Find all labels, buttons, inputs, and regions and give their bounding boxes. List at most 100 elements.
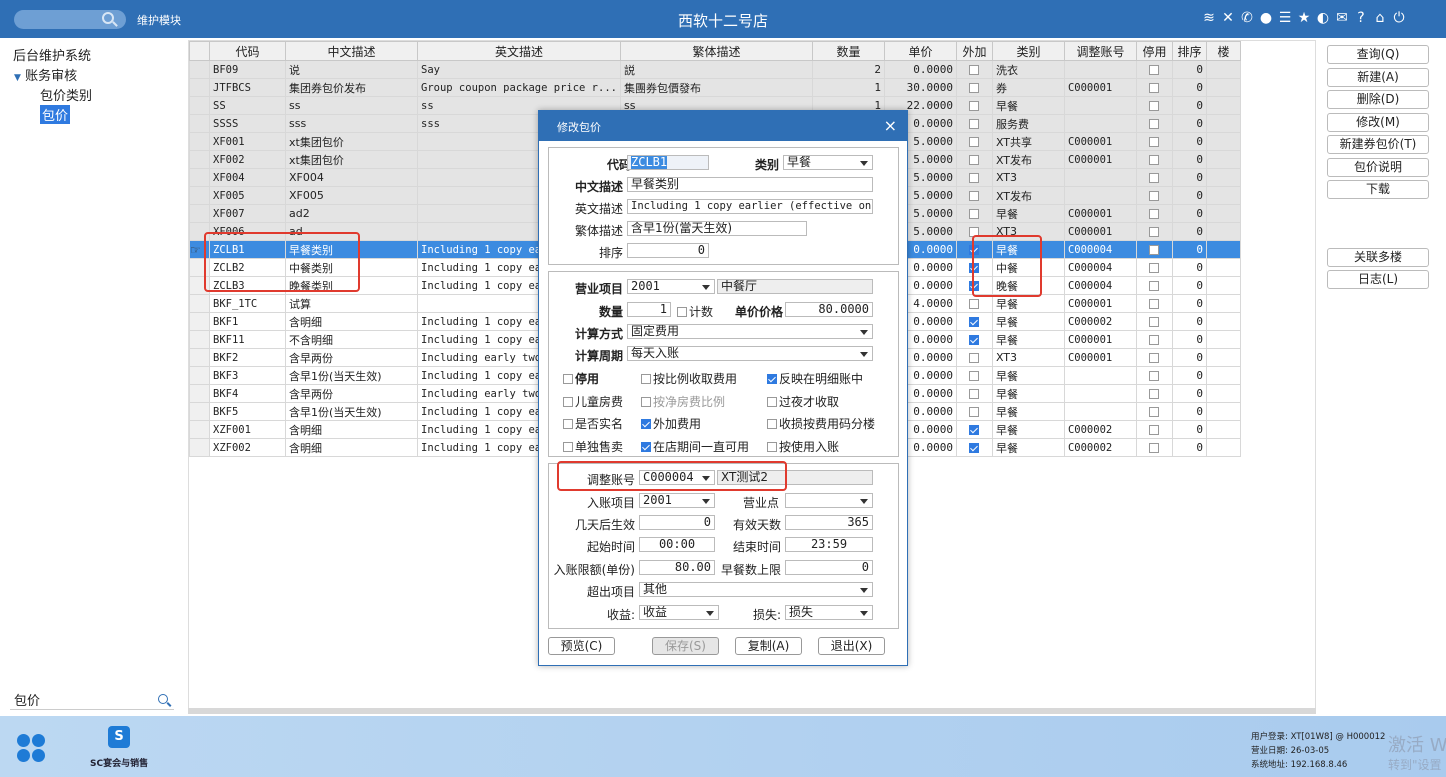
cell-adj-acct[interactable]: C000002 <box>1063 438 1137 457</box>
checkbox[interactable] <box>563 441 573 452</box>
cell-stop[interactable] <box>1135 186 1173 205</box>
valid-days-field[interactable]: 365 <box>785 515 873 530</box>
table-row[interactable]: BF09 说 Say 説 2 0.0000 洗衣 0 <box>189 60 1241 79</box>
cell-adj-acct[interactable] <box>1063 366 1137 385</box>
cell-cn-desc[interactable]: ss <box>285 96 418 115</box>
cell-adj-acct[interactable] <box>1063 114 1137 133</box>
nav-group-account-audit[interactable]: ▼ 账务审核 <box>14 65 77 84</box>
row-header[interactable] <box>189 330 210 349</box>
checkbox[interactable] <box>969 83 980 93</box>
cell-floor[interactable] <box>1205 60 1241 79</box>
col-header[interactable]: 楼 <box>1205 41 1241 61</box>
cell-qty[interactable]: 1 <box>811 78 885 97</box>
cell-floor[interactable] <box>1205 240 1241 259</box>
tools-icon[interactable]: ✕ <box>1221 9 1235 27</box>
cell-floor[interactable] <box>1205 204 1241 223</box>
exit-button[interactable]: 退出(X) <box>818 637 885 655</box>
cell-adj-acct[interactable]: C000002 <box>1063 312 1137 331</box>
cell-category[interactable]: 券 <box>991 78 1065 97</box>
cell-adj-acct[interactable] <box>1063 168 1137 187</box>
cell-floor[interactable] <box>1205 330 1241 349</box>
cell-floor[interactable] <box>1205 132 1241 151</box>
cell-tw-desc[interactable]: 説 <box>619 60 813 79</box>
cell-cn-desc[interactable]: 早餐类别 <box>285 240 418 259</box>
home-icon[interactable]: ⌂ <box>1373 9 1387 27</box>
checkbox[interactable] <box>1149 209 1160 219</box>
calc-period-select[interactable]: 每天入账 <box>627 346 873 361</box>
cell-sort[interactable]: 0 <box>1171 276 1207 295</box>
cell-code[interactable]: XF002 <box>209 150 286 169</box>
cell-category[interactable]: 早餐 <box>991 312 1065 331</box>
checkbox[interactable] <box>1149 281 1160 291</box>
col-header[interactable]: 单价 <box>883 41 957 61</box>
cell-sort[interactable]: 0 <box>1171 366 1207 385</box>
income-select[interactable]: 收益 <box>639 605 719 620</box>
cell-extra[interactable] <box>955 438 993 457</box>
cell-adj-acct[interactable] <box>1063 402 1137 421</box>
row-header[interactable] <box>189 132 210 151</box>
checkbox[interactable] <box>969 191 980 201</box>
row-header[interactable]: ☞ <box>189 240 210 259</box>
col-header[interactable]: 停用 <box>1135 41 1173 61</box>
row-header[interactable] <box>189 348 210 367</box>
wifi-icon[interactable]: ≋ <box>1202 9 1216 27</box>
cell-cn-desc[interactable]: 含明细 <box>285 438 418 457</box>
checkbox[interactable] <box>1149 227 1160 237</box>
new-coupon-package-button[interactable]: 新建券包价(T) <box>1327 135 1429 154</box>
cell-stop[interactable] <box>1135 384 1173 403</box>
checkbox[interactable] <box>767 419 777 429</box>
cell-tw-desc[interactable]: 集團券包價發布 <box>619 78 813 97</box>
cell-category[interactable]: 早餐 <box>991 330 1065 349</box>
cell-stop[interactable] <box>1135 60 1173 79</box>
cell-code[interactable]: BKF5 <box>209 402 286 421</box>
checkbox[interactable] <box>1149 155 1160 165</box>
cell-stop[interactable] <box>1135 150 1173 169</box>
checkbox[interactable] <box>1149 353 1160 363</box>
cell-extra[interactable] <box>955 240 993 259</box>
cell-category[interactable]: 洗衣 <box>991 60 1065 79</box>
cell-cn-desc[interactable]: 含早两份 <box>285 384 418 403</box>
cell-extra[interactable] <box>955 168 993 187</box>
checkbox[interactable] <box>641 441 651 452</box>
row-header[interactable] <box>189 384 210 403</box>
checkbox[interactable] <box>969 245 980 255</box>
cell-category[interactable]: XT3 <box>991 222 1065 241</box>
cell-stop[interactable] <box>1135 348 1173 367</box>
cell-sort[interactable]: 0 <box>1171 132 1207 151</box>
option-checkbox[interactable]: 按使用入账 <box>767 438 839 455</box>
query-button[interactable]: 查询(Q) <box>1327 45 1429 64</box>
cell-code[interactable]: XF007 <box>209 204 286 223</box>
cell-floor[interactable] <box>1205 186 1241 205</box>
cell-stop[interactable] <box>1135 276 1173 295</box>
cell-sort[interactable]: 0 <box>1171 402 1207 421</box>
table-row[interactable]: JTFBCS 集团券包价发布 Group coupon package price … <box>189 78 1241 97</box>
cell-sort[interactable]: 0 <box>1171 438 1207 457</box>
checkbox[interactable] <box>677 307 687 317</box>
days-after-field[interactable]: 0 <box>639 515 715 530</box>
nav-item-package-category[interactable]: 包价类别 <box>40 85 92 104</box>
category-select[interactable]: 早餐 <box>783 155 873 170</box>
cell-sort[interactable]: 0 <box>1171 204 1207 223</box>
row-header[interactable] <box>189 276 210 295</box>
cell-stop[interactable] <box>1135 330 1173 349</box>
checkbox[interactable] <box>1149 101 1160 111</box>
checkbox[interactable] <box>1149 137 1160 147</box>
cell-code[interactable]: ZCLB3 <box>209 276 286 295</box>
cell-sort[interactable]: 0 <box>1171 240 1207 259</box>
mail-icon[interactable]: ✉ <box>1335 9 1349 27</box>
cell-stop[interactable] <box>1135 132 1173 151</box>
row-header[interactable] <box>189 258 210 277</box>
cell-code[interactable]: BKF4 <box>209 384 286 403</box>
theme-icon[interactable]: ◐ <box>1316 9 1330 27</box>
col-header[interactable]: 调整账号 <box>1063 41 1137 61</box>
checkbox[interactable] <box>969 209 980 219</box>
cell-sort[interactable]: 0 <box>1171 420 1207 439</box>
checkbox[interactable] <box>1149 119 1160 129</box>
row-header[interactable] <box>189 402 210 421</box>
cell-extra[interactable] <box>955 348 993 367</box>
cell-floor[interactable] <box>1205 168 1241 187</box>
nav-item-package[interactable]: 包价 <box>40 105 71 124</box>
cell-code[interactable]: SSSS <box>209 114 286 133</box>
checkbox[interactable] <box>1149 245 1160 255</box>
cell-cn-desc[interactable]: 不含明细 <box>285 330 418 349</box>
